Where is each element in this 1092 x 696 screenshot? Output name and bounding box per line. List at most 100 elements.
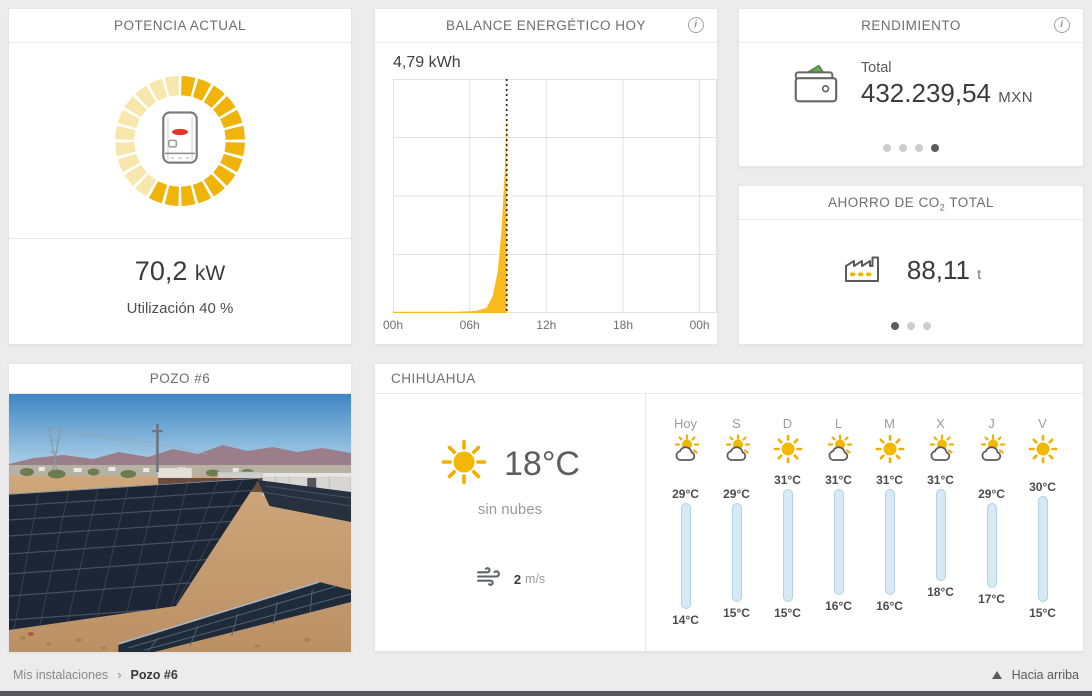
yield-row: Total 432.239,54 MXN bbox=[739, 59, 1083, 110]
forecast-day-label: D bbox=[782, 416, 793, 431]
footer-strip bbox=[0, 691, 1092, 696]
carousel-dot[interactable] bbox=[899, 144, 907, 152]
forecast-high-temp: 30°C bbox=[1029, 479, 1056, 494]
forecast-low-temp: 16°C bbox=[825, 599, 852, 614]
footer-bar: Mis instalaciones Pozo #6 Hacia arriba bbox=[0, 652, 1092, 691]
forecast-high-temp: 29°C bbox=[978, 486, 1005, 501]
power-unit: kW bbox=[194, 262, 226, 285]
forecast-day-column: Hoy 29°C 14°C bbox=[660, 394, 711, 652]
info-icon[interactable] bbox=[1054, 17, 1070, 33]
energy-total-label: 4,79 kWh bbox=[393, 54, 461, 71]
current-power-value: 70,2 kW bbox=[9, 256, 351, 287]
forecast-day-label: V bbox=[1038, 416, 1047, 431]
x-axis-tick: 18h bbox=[612, 318, 634, 332]
forecast-day-column: J 29°C 17°C bbox=[966, 394, 1017, 652]
breadcrumb-current: Pozo #6 bbox=[130, 667, 178, 682]
chevron-right-icon bbox=[117, 667, 121, 682]
card-balance-energetico[interactable]: BALANCE ENERGÉTICO HOY 4,79 kWh 00h 06h 12… bbox=[374, 8, 718, 345]
carousel-dot[interactable] bbox=[931, 144, 939, 152]
power-gauge-section bbox=[9, 43, 351, 238]
up-label: Hacia arriba bbox=[1011, 668, 1079, 682]
weather-current-pane: 18°C sin nubes 2 m/s bbox=[375, 394, 646, 652]
x-axis-tick: 00h bbox=[382, 318, 404, 332]
yield-total-label: Total bbox=[860, 60, 892, 76]
carousel-dot[interactable] bbox=[907, 322, 915, 330]
forecast-day-label: M bbox=[884, 416, 895, 431]
card-title-ahorro: AHORRO DE CO2 TOTAL bbox=[739, 186, 1083, 220]
forecast-low-temp: 15°C bbox=[723, 606, 750, 621]
sun-icon bbox=[762, 434, 813, 468]
forecast-temp-bar bbox=[680, 503, 691, 610]
forecast-low-temp: 18°C bbox=[927, 584, 954, 599]
forecast-high-temp: 31°C bbox=[876, 472, 903, 487]
forecast-low-temp: 15°C bbox=[774, 606, 801, 621]
forecast-temp-bar bbox=[731, 503, 742, 603]
forecast-day-column: L 31°C 16°C bbox=[813, 394, 864, 652]
sun-cloud-icon bbox=[915, 434, 966, 468]
x-axis-ticks: 00h 06h 12h 18h 00h bbox=[383, 318, 717, 334]
forecast-day-label: S bbox=[732, 416, 741, 431]
utilization-label: Utilización 40 % bbox=[126, 300, 234, 317]
card-ahorro-co2[interactable]: AHORRO DE CO2 TOTAL 88,11 t bbox=[738, 185, 1084, 345]
yield-amount: 432.239,54 bbox=[860, 78, 992, 108]
forecast-temp-bar bbox=[1037, 496, 1048, 603]
carousel-dot[interactable] bbox=[883, 144, 891, 152]
forecast-low-temp: 17°C bbox=[978, 592, 1005, 606]
current-condition-label: sin nubes bbox=[477, 501, 543, 518]
dashboard-page: POTENCIA ACTUAL 70,2 kW Utilización 40 %… bbox=[0, 0, 1092, 696]
card-title-balance: BALANCE ENERGÉTICO HOY bbox=[375, 9, 717, 43]
co2-row: 88,11 t bbox=[739, 250, 1083, 291]
forecast-low-temp: 14°C bbox=[672, 613, 699, 628]
card-title-pozo: POZO #6 bbox=[9, 364, 351, 394]
co2-amount: 88,11 bbox=[906, 255, 970, 285]
forecast-high-temp: 31°C bbox=[774, 472, 801, 487]
forecast-temp-bar bbox=[935, 489, 946, 581]
forecast-low-temp: 15°C bbox=[1029, 606, 1056, 621]
carousel-dots bbox=[739, 139, 1083, 157]
forecast-temp-bar bbox=[884, 489, 895, 596]
card-potencia-actual[interactable]: POTENCIA ACTUAL 70,2 kW Utilización 40 % bbox=[8, 8, 352, 345]
card-title-potencia: POTENCIA ACTUAL bbox=[9, 9, 351, 43]
carousel-dot[interactable] bbox=[915, 144, 923, 152]
info-icon[interactable] bbox=[688, 17, 704, 33]
forecast-temp-bar bbox=[782, 489, 793, 603]
carousel-dot[interactable] bbox=[923, 322, 931, 330]
scroll-to-top-link[interactable]: Hacia arriba bbox=[991, 668, 1079, 682]
forecast-day-label: X bbox=[936, 416, 945, 431]
power-number: 70,2 bbox=[134, 256, 188, 286]
forecast-temp-bar bbox=[986, 503, 997, 588]
forecast-day-label: L bbox=[834, 416, 843, 431]
breadcrumb-root[interactable]: Mis instalaciones bbox=[13, 668, 108, 682]
forecast-high-temp: 29°C bbox=[723, 486, 750, 501]
sun-icon bbox=[864, 434, 915, 468]
card-weather-chihuahua[interactable]: CHIHUAHUA 18°C sin nubes 2 m/s Hoy 29°C … bbox=[374, 363, 1084, 652]
forecast-day-column: M 31°C 16°C bbox=[864, 394, 915, 652]
forecast-high-temp: 31°C bbox=[927, 472, 954, 487]
forecast-day-column: S 29°C 15°C bbox=[711, 394, 762, 652]
carousel-dot[interactable] bbox=[891, 322, 899, 330]
wind-unit: m/s bbox=[525, 572, 546, 586]
power-gauge bbox=[114, 75, 246, 207]
sun-cloud-icon bbox=[711, 434, 762, 468]
card-rendimiento[interactable]: RENDIMIENTO Total 432.239,54 MXN bbox=[738, 8, 1084, 167]
forecast-day-label: Hoy bbox=[673, 416, 698, 431]
x-axis-tick: 00h bbox=[689, 318, 710, 332]
solar-plant-photo bbox=[9, 394, 351, 652]
x-axis-tick: 06h bbox=[459, 318, 480, 332]
forecast-temp-bar bbox=[833, 489, 844, 596]
yield-value: 432.239,54 MXN bbox=[861, 78, 1033, 109]
sun-cloud-icon bbox=[813, 434, 864, 468]
sun-icon bbox=[440, 438, 488, 491]
co2-unit: t bbox=[977, 266, 982, 282]
wallet-icon bbox=[789, 59, 841, 110]
wind-row: 2 m/s bbox=[475, 564, 545, 594]
energy-balance-chart bbox=[393, 79, 717, 313]
forecast-day-column: V 30°C 15°C bbox=[1017, 394, 1068, 652]
balance-title-text: BALANCE ENERGÉTICO HOY bbox=[445, 18, 647, 33]
inverter-icon bbox=[154, 108, 206, 173]
breadcrumb: Mis instalaciones Pozo #6 bbox=[13, 667, 178, 682]
co2-text: 88,11 t bbox=[907, 255, 981, 286]
card-pozo-photo[interactable]: POZO #6 bbox=[8, 363, 352, 652]
ahorro-title-text: AHORRO DE CO bbox=[827, 195, 940, 210]
card-title-rendimiento: RENDIMIENTO bbox=[739, 9, 1083, 43]
